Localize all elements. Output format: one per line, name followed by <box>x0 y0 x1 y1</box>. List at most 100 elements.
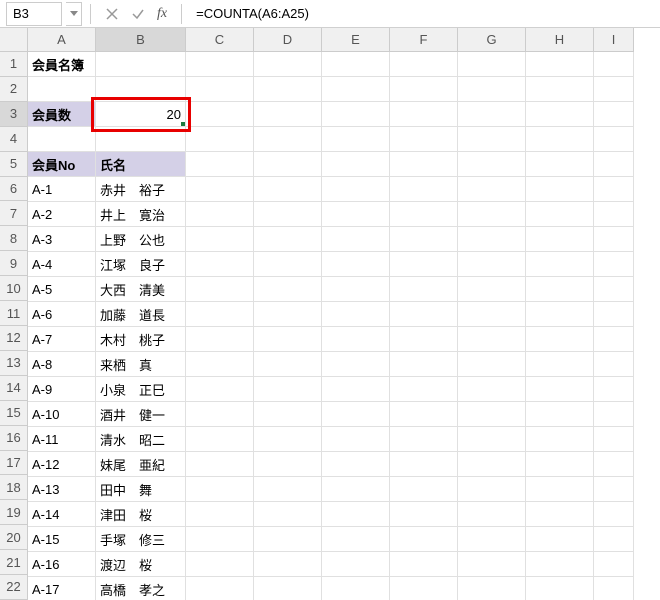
cell-E8[interactable] <box>322 227 390 252</box>
cell-F13[interactable] <box>390 352 458 377</box>
cell-G15[interactable] <box>458 402 526 427</box>
cell-E11[interactable] <box>322 302 390 327</box>
cell-E22[interactable] <box>322 577 390 600</box>
select-all-corner[interactable] <box>0 28 28 52</box>
cell-G8[interactable] <box>458 227 526 252</box>
cell-A21[interactable]: A-16 <box>28 552 96 577</box>
cell-I17[interactable] <box>594 452 634 477</box>
cell-C7[interactable] <box>186 202 254 227</box>
cell-C18[interactable] <box>186 477 254 502</box>
cell-E21[interactable] <box>322 552 390 577</box>
cell-I6[interactable] <box>594 177 634 202</box>
col-header-G[interactable]: G <box>458 28 526 52</box>
cell-F17[interactable] <box>390 452 458 477</box>
cell-B16[interactable]: 清水 昭二 <box>96 427 186 452</box>
cell-B13[interactable]: 来栖 真 <box>96 352 186 377</box>
cell-B14[interactable]: 小泉 正巳 <box>96 377 186 402</box>
col-header-C[interactable]: C <box>186 28 254 52</box>
row-header-1[interactable]: 1 <box>0 52 28 77</box>
cell-C10[interactable] <box>186 277 254 302</box>
cell-H12[interactable] <box>526 327 594 352</box>
cell-F8[interactable] <box>390 227 458 252</box>
cell-D10[interactable] <box>254 277 322 302</box>
cell-B22[interactable]: 高橋 孝之 <box>96 577 186 600</box>
cell-C9[interactable] <box>186 252 254 277</box>
col-header-F[interactable]: F <box>390 28 458 52</box>
cell-G4[interactable] <box>458 127 526 152</box>
cell-C21[interactable] <box>186 552 254 577</box>
cell-F1[interactable] <box>390 52 458 77</box>
cell-B12[interactable]: 木村 桃子 <box>96 327 186 352</box>
cell-G16[interactable] <box>458 427 526 452</box>
cell-F14[interactable] <box>390 377 458 402</box>
cell-I2[interactable] <box>594 77 634 102</box>
cell-E10[interactable] <box>322 277 390 302</box>
col-header-I[interactable]: I <box>594 28 634 52</box>
cell-G13[interactable] <box>458 352 526 377</box>
cell-G20[interactable] <box>458 527 526 552</box>
col-header-H[interactable]: H <box>526 28 594 52</box>
cell-H16[interactable] <box>526 427 594 452</box>
cell-I13[interactable] <box>594 352 634 377</box>
cell-H1[interactable] <box>526 52 594 77</box>
cell-I15[interactable] <box>594 402 634 427</box>
cell-B2[interactable] <box>96 77 186 102</box>
name-box-dropdown-icon[interactable] <box>66 2 82 26</box>
cell-A10[interactable]: A-5 <box>28 277 96 302</box>
cell-D13[interactable] <box>254 352 322 377</box>
row-header-2[interactable]: 2 <box>0 77 28 102</box>
cell-B6[interactable]: 赤井 裕子 <box>96 177 186 202</box>
row-header-14[interactable]: 14 <box>0 376 28 401</box>
cell-I22[interactable] <box>594 577 634 600</box>
cell-D20[interactable] <box>254 527 322 552</box>
row-header-3[interactable]: 3 <box>0 102 28 127</box>
cell-A20[interactable]: A-15 <box>28 527 96 552</box>
row-header-6[interactable]: 6 <box>0 177 28 202</box>
cell-E20[interactable] <box>322 527 390 552</box>
cell-B21[interactable]: 渡辺 桜 <box>96 552 186 577</box>
cell-A7[interactable]: A-2 <box>28 202 96 227</box>
cell-G9[interactable] <box>458 252 526 277</box>
cell-H17[interactable] <box>526 452 594 477</box>
cell-H19[interactable] <box>526 502 594 527</box>
cell-A1[interactable]: 会員名簿 <box>28 52 96 77</box>
cell-C22[interactable] <box>186 577 254 600</box>
cell-A17[interactable]: A-12 <box>28 452 96 477</box>
cancel-icon[interactable] <box>102 4 122 24</box>
cell-H14[interactable] <box>526 377 594 402</box>
row-header-4[interactable]: 4 <box>0 127 28 152</box>
cell-C11[interactable] <box>186 302 254 327</box>
cell-E18[interactable] <box>322 477 390 502</box>
cell-C16[interactable] <box>186 427 254 452</box>
cell-D18[interactable] <box>254 477 322 502</box>
col-header-E[interactable]: E <box>322 28 390 52</box>
cell-E9[interactable] <box>322 252 390 277</box>
cell-H10[interactable] <box>526 277 594 302</box>
cell-C6[interactable] <box>186 177 254 202</box>
cell-D2[interactable] <box>254 77 322 102</box>
cell-H3[interactable] <box>526 102 594 127</box>
cell-E2[interactable] <box>322 77 390 102</box>
row-header-7[interactable]: 7 <box>0 201 28 226</box>
cell-F9[interactable] <box>390 252 458 277</box>
cell-H21[interactable] <box>526 552 594 577</box>
row-header-17[interactable]: 17 <box>0 451 28 476</box>
cell-G22[interactable] <box>458 577 526 600</box>
cell-F3[interactable] <box>390 102 458 127</box>
col-header-A[interactable]: A <box>28 28 96 52</box>
col-header-B[interactable]: B <box>96 28 186 52</box>
cell-H22[interactable] <box>526 577 594 600</box>
cell-H9[interactable] <box>526 252 594 277</box>
row-header-13[interactable]: 13 <box>0 351 28 376</box>
cell-A9[interactable]: A-4 <box>28 252 96 277</box>
row-header-12[interactable]: 12 <box>0 326 28 351</box>
cell-I4[interactable] <box>594 127 634 152</box>
confirm-icon[interactable] <box>128 4 148 24</box>
cell-E13[interactable] <box>322 352 390 377</box>
cell-G1[interactable] <box>458 52 526 77</box>
cell-F12[interactable] <box>390 327 458 352</box>
cell-B4[interactable] <box>96 127 186 152</box>
cell-G12[interactable] <box>458 327 526 352</box>
cell-G19[interactable] <box>458 502 526 527</box>
cell-F19[interactable] <box>390 502 458 527</box>
